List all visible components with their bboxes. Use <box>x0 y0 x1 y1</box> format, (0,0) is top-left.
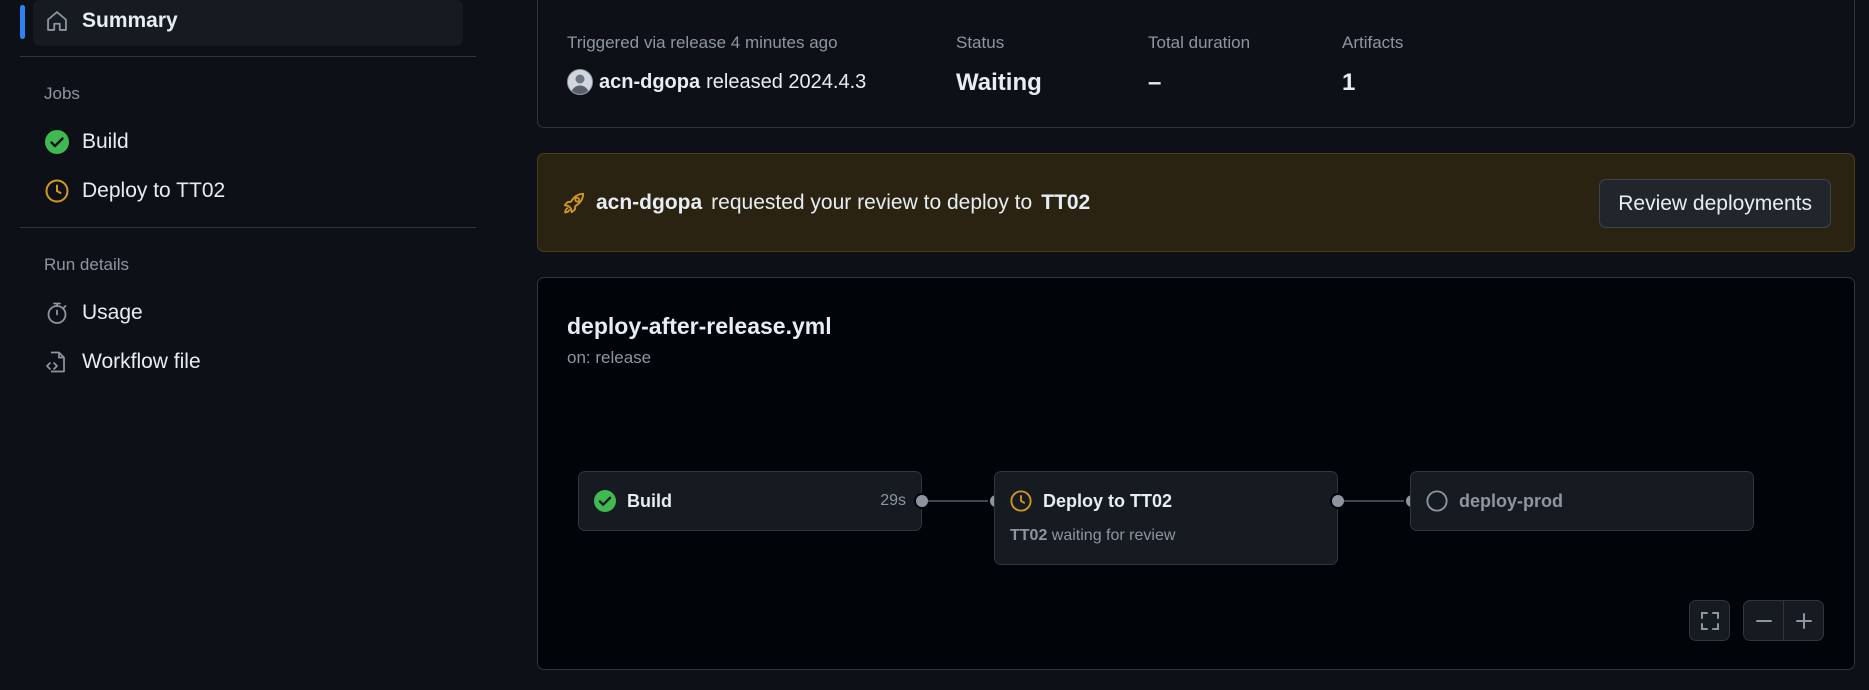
connector-line <box>928 500 988 502</box>
file-code-icon <box>44 349 70 375</box>
fullscreen-icon <box>1700 611 1720 631</box>
workflow-filename: deploy-after-release.yml <box>567 313 832 339</box>
job-env: TT02 <box>1010 527 1048 544</box>
actor-link[interactable]: acn-dgopa <box>599 71 700 94</box>
sidebar-item-build[interactable]: Build <box>44 129 129 155</box>
review-request-banner: acn-dgopa requested your review to deplo… <box>537 153 1855 252</box>
review-message: acn-dgopa requested your review to deplo… <box>561 190 1090 216</box>
status-label: Status <box>956 33 1005 52</box>
job-subtext: TT02 waiting for review <box>1010 527 1175 545</box>
job-duration: 29s <box>880 492 906 509</box>
sidebar-summary-label: Summary <box>82 9 178 32</box>
artifacts-value[interactable]: 1 <box>1342 69 1355 97</box>
artifacts-label: Artifacts <box>1342 33 1404 52</box>
review-environment: TT02 <box>1041 191 1091 214</box>
check-circle-icon <box>44 129 70 155</box>
check-circle-icon <box>594 490 616 512</box>
sidebar-item-label: Usage <box>82 301 143 324</box>
duration-value: – <box>1148 69 1162 96</box>
rocket-icon <box>561 190 587 216</box>
status-value: Waiting <box>956 69 1042 96</box>
sidebar-item-workflow-file[interactable]: Workflow file <box>44 349 201 375</box>
jobs-heading: Jobs <box>44 84 80 103</box>
zoom-out-button[interactable] <box>1743 600 1784 641</box>
workflow-graph-card: deploy-after-release.yml on: release Bui… <box>537 277 1855 670</box>
run-summary-card: Triggered via release 4 minutes ago acn-… <box>537 0 1855 128</box>
home-icon <box>44 8 70 34</box>
run-details-heading: Run details <box>44 255 130 274</box>
job-status-text: waiting for review <box>1051 527 1176 544</box>
minus-icon <box>1755 612 1773 630</box>
sidebar-item-usage[interactable]: Usage <box>44 300 143 326</box>
trigger-text: Triggered via release 4 minutes ago <box>567 33 838 52</box>
connector-line <box>1344 500 1404 502</box>
avatar[interactable] <box>567 69 593 95</box>
review-actor[interactable]: acn-dgopa <box>596 191 702 215</box>
review-text: requested your review to deploy to <box>711 191 1033 214</box>
job-title: deploy-prod <box>1459 491 1563 511</box>
active-indicator <box>20 5 25 39</box>
duration-label: Total duration <box>1148 33 1251 52</box>
workflow-trigger: on: release <box>567 348 652 367</box>
review-deployments-button[interactable]: Review deployments <box>1599 179 1831 228</box>
graph-job-deploy-prod[interactable]: deploy-prod <box>1410 471 1754 531</box>
pending-circle-icon <box>1426 490 1448 512</box>
release-action-text: released 2024.4.3 <box>706 70 867 93</box>
fullscreen-button[interactable] <box>1689 600 1730 641</box>
release-line: acn-dgopa released 2024.4.3 <box>567 69 866 95</box>
graph-job-build[interactable]: Build 29s <box>578 471 922 531</box>
sidebar-item-label: Build <box>82 130 129 153</box>
sidebar-divider <box>20 227 476 228</box>
sidebar-item-deploy-tt02[interactable]: Deploy to TT02 <box>44 178 225 204</box>
graph-job-deploy-tt02[interactable]: Deploy to TT02 TT02 waiting for review <box>994 471 1338 565</box>
sidebar-summary-link[interactable]: Summary <box>44 8 178 34</box>
clock-icon <box>44 178 70 204</box>
sidebar-divider <box>20 56 476 57</box>
plus-icon <box>1795 612 1813 630</box>
job-title: Build <box>627 491 672 511</box>
job-title: Deploy to TT02 <box>1043 491 1173 511</box>
clock-icon <box>1010 490 1032 512</box>
sidebar-item-label: Deploy to TT02 <box>82 179 226 202</box>
stopwatch-icon <box>44 300 70 326</box>
sidebar-item-label: Workflow file <box>82 350 201 373</box>
zoom-in-button[interactable] <box>1783 600 1824 641</box>
